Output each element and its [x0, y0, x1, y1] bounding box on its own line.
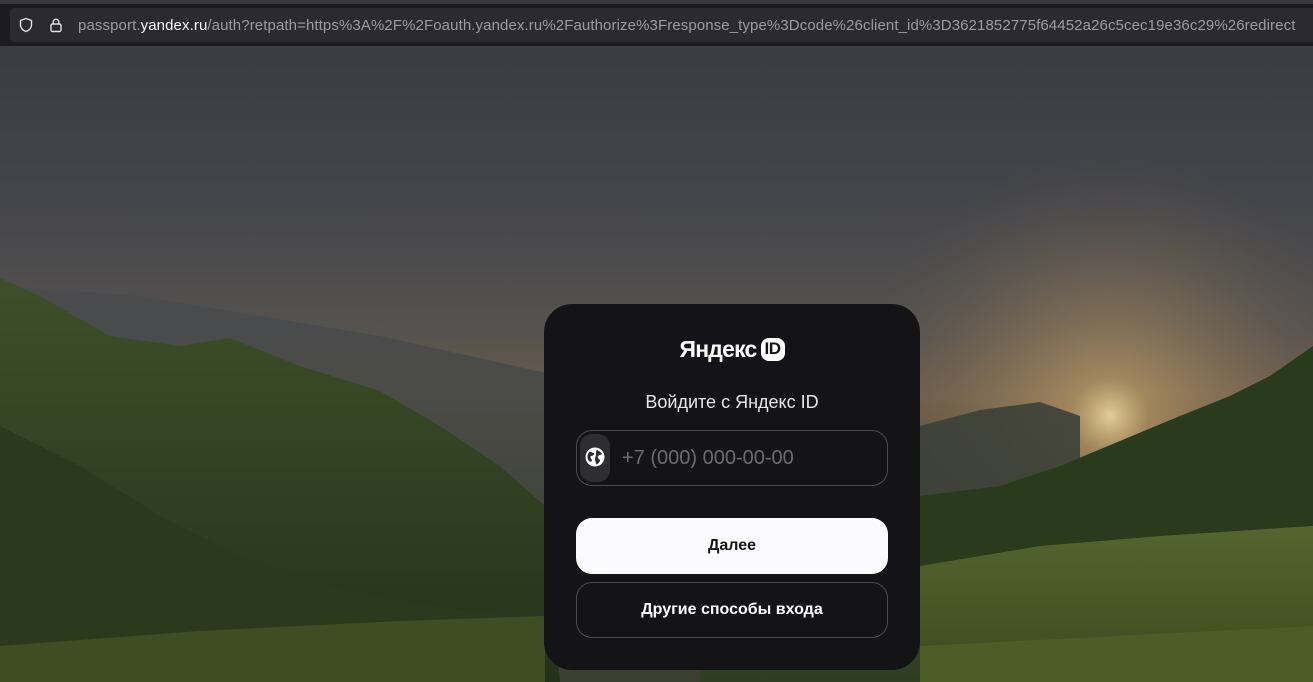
logo-wordmark: Яндекс [679, 335, 757, 362]
lock-icon[interactable] [48, 17, 64, 33]
globe-icon [584, 446, 606, 471]
address-bar[interactable]: passport.yandex.ru/auth?retpath=https%3A… [10, 8, 1313, 42]
url-path: /auth?retpath=https%3A%2F%2Foauth.yandex… [207, 16, 1296, 34]
shield-icon[interactable] [18, 17, 34, 33]
phone-field [576, 430, 888, 486]
browser-toolbar: passport.yandex.ru/auth?retpath=https%3A… [0, 0, 1313, 46]
country-selector-button[interactable] [580, 434, 610, 482]
url-prefix: passport. [78, 16, 141, 34]
login-heading: Войдите с Яндекс ID [645, 392, 819, 412]
login-card: Яндекс ID Войдите с Яндекс ID Далее Друг… [544, 304, 920, 670]
url-text[interactable]: passport.yandex.ru/auth?retpath=https%3A… [78, 17, 1295, 34]
phone-input[interactable] [622, 446, 887, 470]
next-button[interactable]: Далее [576, 518, 888, 574]
other-methods-button[interactable]: Другие способы входа [576, 582, 888, 638]
url-domain: yandex.ru [140, 16, 208, 34]
logo-id-badge: ID [760, 337, 785, 361]
yandex-id-logo: Яндекс ID [544, 335, 920, 363]
